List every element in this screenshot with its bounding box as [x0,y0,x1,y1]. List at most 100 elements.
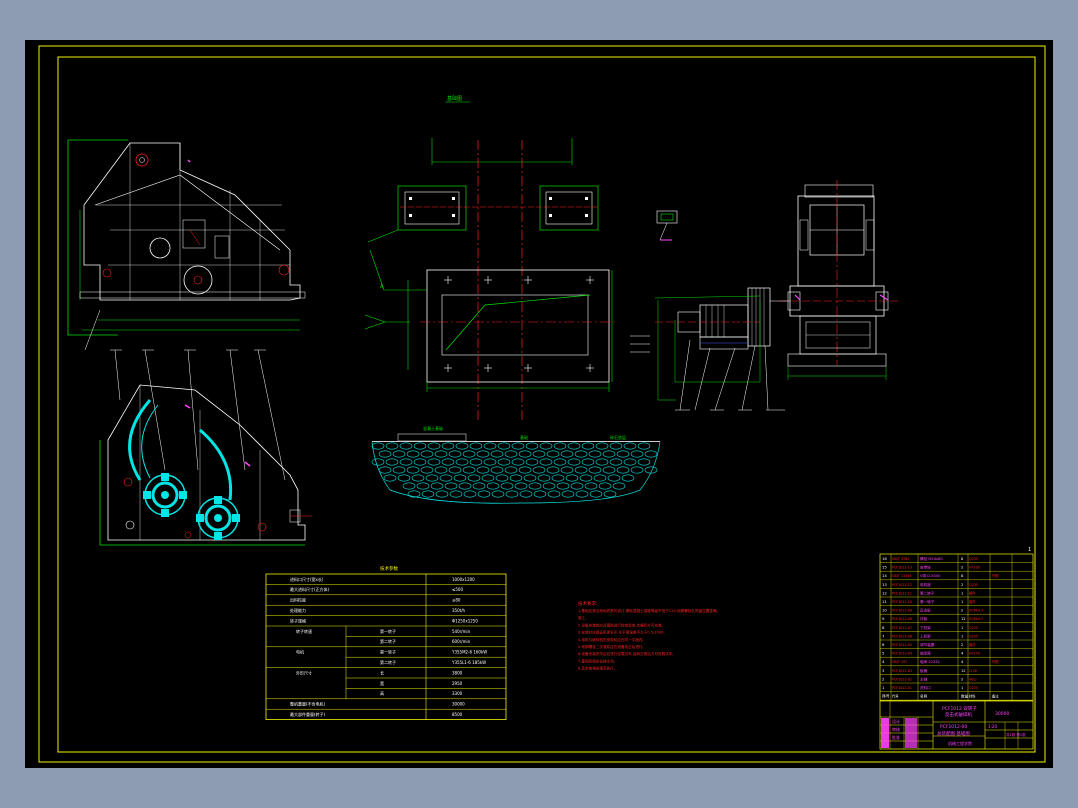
spec-value: Y355M2-6 160kW [451,650,487,655]
note-line: 施工。 [578,615,589,620]
part-qty: 12 [961,617,966,621]
part-name: 皮带轮 [920,565,931,570]
spec-value: 540r/min [452,629,471,634]
part-name: 轴承 22332 [920,659,940,664]
note-line: 2.设备安装前应对基础进行检查验收,合格后方可安装。 [578,622,665,627]
spec-value: 8500 [452,712,463,717]
foundation-label-0: 混凝土基础 [423,425,443,431]
title-checker: 审核 [892,726,900,732]
spec-value: 350t/h [452,608,466,613]
part-material: 组件 [969,599,976,604]
part-remark: 外购 [992,573,999,578]
part-material: 组件 [969,642,976,647]
part-code: PCF1012-12 [892,583,912,587]
spec-label: 整机重量(不含电机) [290,701,326,707]
title-designer: 设计 [892,718,900,724]
part-no: 10 [882,608,887,613]
spec-value: 1000x1200 [452,577,475,582]
notes-heading: 技术要求: [578,600,598,607]
spec-value: ≤80 [452,598,461,603]
part-name: 第一转子 [920,599,935,604]
spec-sub: 长 [380,669,384,675]
spec-value: Y355L1-6 185kW [451,660,486,665]
spec-label: 最大部件重量(转子) [290,711,326,717]
foundation-label-2: 碎石垫层 [610,434,626,440]
part-material: 组件 [969,590,976,595]
part-name: 下机架 [920,625,931,630]
spec-sub: 宽 [380,680,384,686]
part-material: ZGMn13 [969,617,983,621]
title-scale: 1:20 [988,724,997,729]
part-no: 13 [882,582,887,587]
part-material: HT250 [969,652,980,656]
spec-label: 出料粒度 [290,597,306,603]
note-line: 7.基础四周应设排水沟。 [578,658,617,663]
part-name: 主轴 [920,676,928,681]
part-material: Q235 [969,557,978,561]
title-school: 机械工程学院 [948,740,972,746]
part-name: 螺栓 M24x80 [920,556,943,561]
drawing-title: 基础图 [447,95,462,102]
part-code: PCF1012-08 [892,617,912,621]
part-code: PCF1012-13 [892,566,912,570]
part-code: GB/T 11544 [892,574,911,578]
part-qty: 1 [961,686,963,690]
part-material: Cr26 [969,669,977,673]
part-name: 反击板 [920,608,931,613]
note-line: 6.设备安装完毕后应进行空载试车,运转正常后方可负载试车。 [578,651,676,656]
part-qty: 2 [961,677,963,681]
part-code: GB/T 5782 [892,557,909,561]
title-sheet: 共1张 第1张 [1006,732,1026,737]
part-name: 进料口 [920,685,931,690]
note-line: 1.基础应按当地地质条件设计,基础混凝土强度等级不低于C20,地脚螺栓孔预留位置… [578,608,720,613]
cad-drawing-canvas: 基础图 1 A 混凝土基础 基础 碎石垫层 技术参数 进料口尺寸(宽x长) 10… [25,40,1053,768]
part-code: PCF1012-10 [892,600,912,604]
part-material: Q235 [969,583,978,587]
part-name: 电机座 [920,582,931,587]
title-weight: 30000 [995,711,1009,717]
spec-value: Φ1250x1250 [452,618,478,623]
note-line: 8.其余按相关规范执行。 [578,666,617,671]
part-name: 轴承座 [920,651,931,656]
drawing-sheet [25,40,1053,768]
part-name: 调节装置 [920,642,935,647]
note-line: 4.电机与破碎机的皮带轮应在同一平面内。 [578,637,646,642]
part-qty: 1 [961,634,963,638]
spec-table-title: 技术参数 [380,565,398,572]
part-qty: 1 [961,626,963,630]
note-line: 5.地脚螺栓二次灌浆应在设备找正后进行。 [578,644,646,649]
part-remark: 外购 [992,659,999,664]
spec-sub: 第二转子 [380,659,396,665]
part-qty: 数量 [961,694,969,699]
page-number: 1 [1028,547,1031,553]
part-code: PCF1012-06 [892,634,912,638]
part-qty: 12 [961,669,966,673]
spec-value: 600r/min [452,639,471,644]
part-no: 16 [882,556,887,561]
part-name: 衬板 [920,616,928,621]
title-drawing-no: PCF1012-00 [940,724,967,730]
spec-label: 进料口尺寸(宽x长) [290,576,324,582]
part-code: PCF1012-03 [892,669,912,673]
part-code: GB/T 297 [892,660,907,664]
part-qty: 2 [961,566,963,570]
part-code: PCF1012-11 [892,591,912,595]
spec-label: 电机 [296,649,304,655]
spec-label: 处理能力 [290,607,306,613]
spec-value: ≤500 [452,587,463,592]
part-no: 14 [882,573,887,578]
part-code: PCF1012-01 [892,686,912,690]
part-name: V带 D-5000 [920,573,941,578]
part-qty: 1 [961,600,963,604]
part-remark: 备注 [992,694,999,699]
part-no: 序号 [882,694,890,699]
spec-label: 转子转速 [296,628,312,634]
part-qty: 2 [961,643,963,647]
part-material: Q235 [969,634,978,638]
part-code: PCF1012-07 [892,626,912,630]
spec-sub: 第一转子 [380,628,396,634]
part-material: 40Cr [969,677,977,681]
title-project-2: 反击式破碎机 [945,711,972,718]
part-no: 11 [882,599,887,604]
spec-value: 2950 [452,681,463,686]
